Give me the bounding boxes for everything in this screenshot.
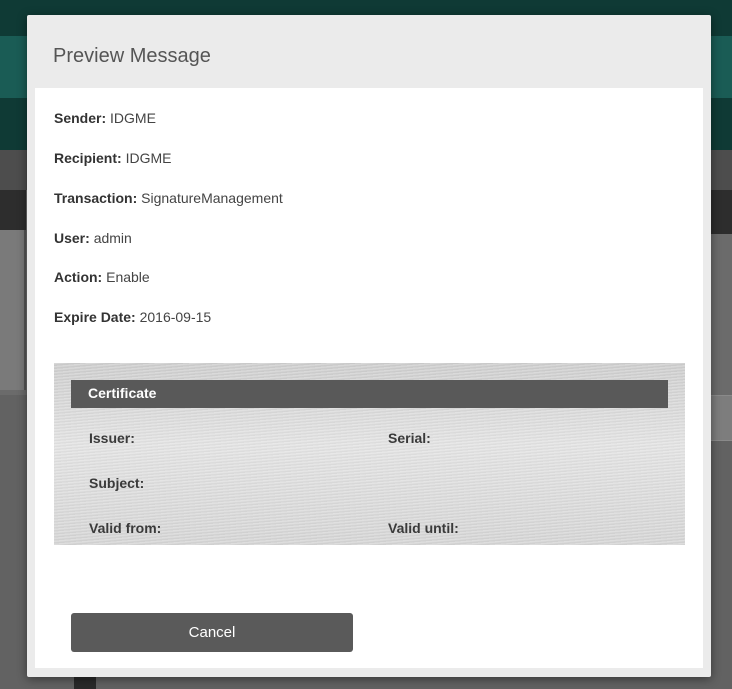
dialog-title: Preview Message	[53, 45, 211, 67]
valid-until-label: Valid until:	[388, 520, 459, 536]
expire-date-value: 2016-09-15	[139, 309, 212, 325]
certificate-heading: Certificate	[71, 380, 668, 408]
background-right-panel-body	[710, 395, 732, 441]
recipient-field: Recipient: IDGME	[54, 150, 171, 166]
transaction-label: Transaction:	[54, 190, 138, 206]
recipient-value: IDGME	[125, 150, 172, 166]
user-label: User:	[54, 230, 90, 246]
preview-message-dialog: Preview Message Sender: IDGME Recipient:…	[27, 15, 711, 677]
background-right-panel	[710, 190, 732, 234]
dialog-body: Sender: IDGME Recipient: IDGME Transacti…	[35, 88, 703, 668]
background-left-panel	[0, 190, 26, 230]
sender-field: Sender: IDGME	[54, 110, 156, 126]
sender-value: IDGME	[110, 110, 156, 126]
action-label: Action:	[54, 269, 103, 285]
action-field: Action: Enable	[54, 269, 150, 285]
transaction-field: Transaction: SignatureManagement	[54, 190, 283, 206]
action-value: Enable	[106, 269, 150, 285]
expire-date-label: Expire Date:	[54, 309, 136, 325]
transaction-value: SignatureManagement	[141, 190, 283, 206]
sender-label: Sender:	[54, 110, 107, 126]
certificate-panel: Certificate Issuer: Serial: Subject: Val…	[54, 363, 685, 545]
user-value: admin	[93, 230, 132, 246]
expire-date-field: Expire Date: 2016-09-15	[54, 309, 211, 325]
issuer-label: Issuer:	[89, 430, 135, 446]
recipient-label: Recipient:	[54, 150, 122, 166]
cancel-button[interactable]: Cancel	[71, 613, 353, 652]
user-field: User: admin	[54, 230, 132, 246]
valid-from-label: Valid from:	[89, 520, 162, 536]
serial-label: Serial:	[388, 430, 431, 446]
subject-label: Subject:	[89, 475, 145, 491]
background-left-panel-body	[0, 230, 26, 390]
